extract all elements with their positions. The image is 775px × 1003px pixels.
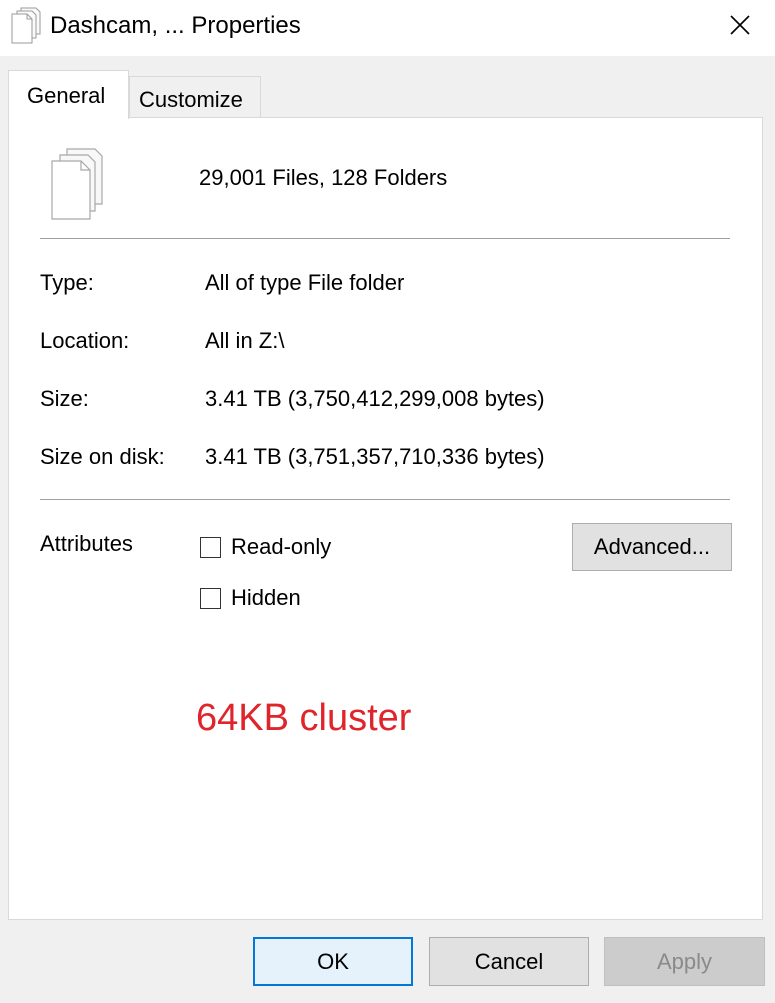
tab-customize[interactable]: Customize (129, 76, 261, 118)
cancel-button[interactable]: Cancel (429, 937, 589, 986)
type-value: All of type File folder (205, 270, 405, 295)
tab-general[interactable]: General (8, 70, 129, 119)
documents-icon (11, 7, 41, 44)
hidden-checkbox[interactable] (200, 587, 221, 609)
documents-icon (51, 148, 103, 220)
location-label: Location: (40, 328, 130, 353)
size-on-disk-label: Size on disk: (40, 444, 165, 469)
type-label: Type: (40, 270, 94, 295)
location-value: All in Z:\ (205, 328, 285, 353)
advanced-button[interactable]: Advanced... (572, 523, 732, 571)
hidden-label[interactable]: Hidden (231, 583, 301, 613)
size-on-disk-value: 3.41 TB (3,751,357,710,336 bytes) (205, 444, 545, 469)
close-icon (730, 15, 750, 35)
read-only-checkbox-row[interactable]: Read-only (200, 532, 331, 562)
hidden-checkbox-row[interactable]: Hidden (200, 583, 301, 613)
window-title: Dashcam, ... Properties (50, 12, 301, 39)
tab-strip: General Customize (8, 70, 768, 119)
apply-button[interactable]: Apply (604, 937, 765, 986)
size-value: 3.41 TB (3,750,412,299,008 bytes) (205, 386, 545, 411)
separator (40, 499, 730, 500)
close-button[interactable] (705, 0, 775, 50)
read-only-label[interactable]: Read-only (231, 532, 331, 562)
attributes-label: Attributes (40, 531, 133, 556)
item-count-summary: 29,001 Files, 128 Folders (199, 165, 448, 190)
cluster-annotation: 64KB cluster (196, 697, 412, 739)
title-bar: Dashcam, ... Properties (0, 0, 775, 56)
size-label: Size: (40, 386, 89, 411)
general-panel: 29,001 Files, 128 Folders Type: All of t… (8, 117, 763, 920)
ok-button[interactable]: OK (253, 937, 413, 986)
read-only-checkbox[interactable] (200, 536, 221, 558)
separator (40, 238, 730, 239)
